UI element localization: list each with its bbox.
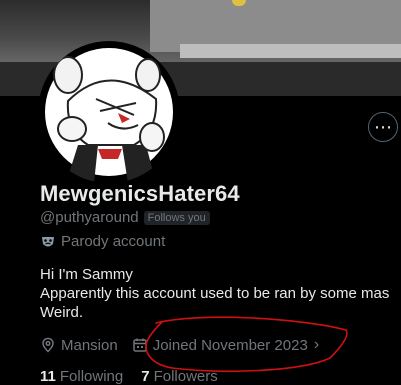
bio-line: Weird. (40, 304, 84, 321)
location-pin-icon (42, 337, 54, 353)
profile-display-name: MewgenicsHater64 (40, 181, 240, 206)
profile-handle: @puthyaround (40, 209, 139, 226)
following-count: 11 (40, 368, 56, 385)
bio-line: Apparently this account used to be ran b… (40, 285, 390, 302)
followers-label: Followers (153, 368, 218, 385)
chevron-right-icon: › (313, 336, 320, 353)
more-options-button[interactable]: ⋯ (368, 112, 398, 142)
follow-stats: 11 Following 7 Followers (40, 368, 236, 385)
calendar-icon (132, 338, 147, 352)
banner-ledge (180, 44, 401, 58)
followers-link[interactable]: 7 Followers (141, 368, 218, 385)
followers-count: 7 (141, 368, 150, 385)
avatar[interactable] (38, 41, 180, 183)
following-link[interactable]: 11 Following (40, 368, 123, 385)
bio-line: Hi I'm Sammy (40, 266, 133, 283)
parody-label-row: Parody account (40, 233, 165, 250)
location-text: Mansion (61, 336, 118, 354)
following-label: Following (59, 368, 124, 385)
profile-bio: Hi I'm Sammy Apparently this account use… (40, 265, 401, 322)
location-item: Mansion (40, 337, 118, 354)
profile-meta-row: Mansion Joined November 2023 › (40, 336, 333, 354)
more-options-icon: ⋯ (374, 117, 392, 137)
follows-you-badge: Follows you (143, 210, 210, 225)
avatar-illustration (45, 48, 173, 183)
joined-text: Joined November 2023 (152, 336, 308, 354)
handle-row: @puthyaround Follows you (40, 209, 210, 226)
parody-mask-icon (42, 236, 54, 246)
parody-label: Parody account (61, 233, 166, 250)
joined-item[interactable]: Joined November 2023 › (132, 336, 319, 354)
